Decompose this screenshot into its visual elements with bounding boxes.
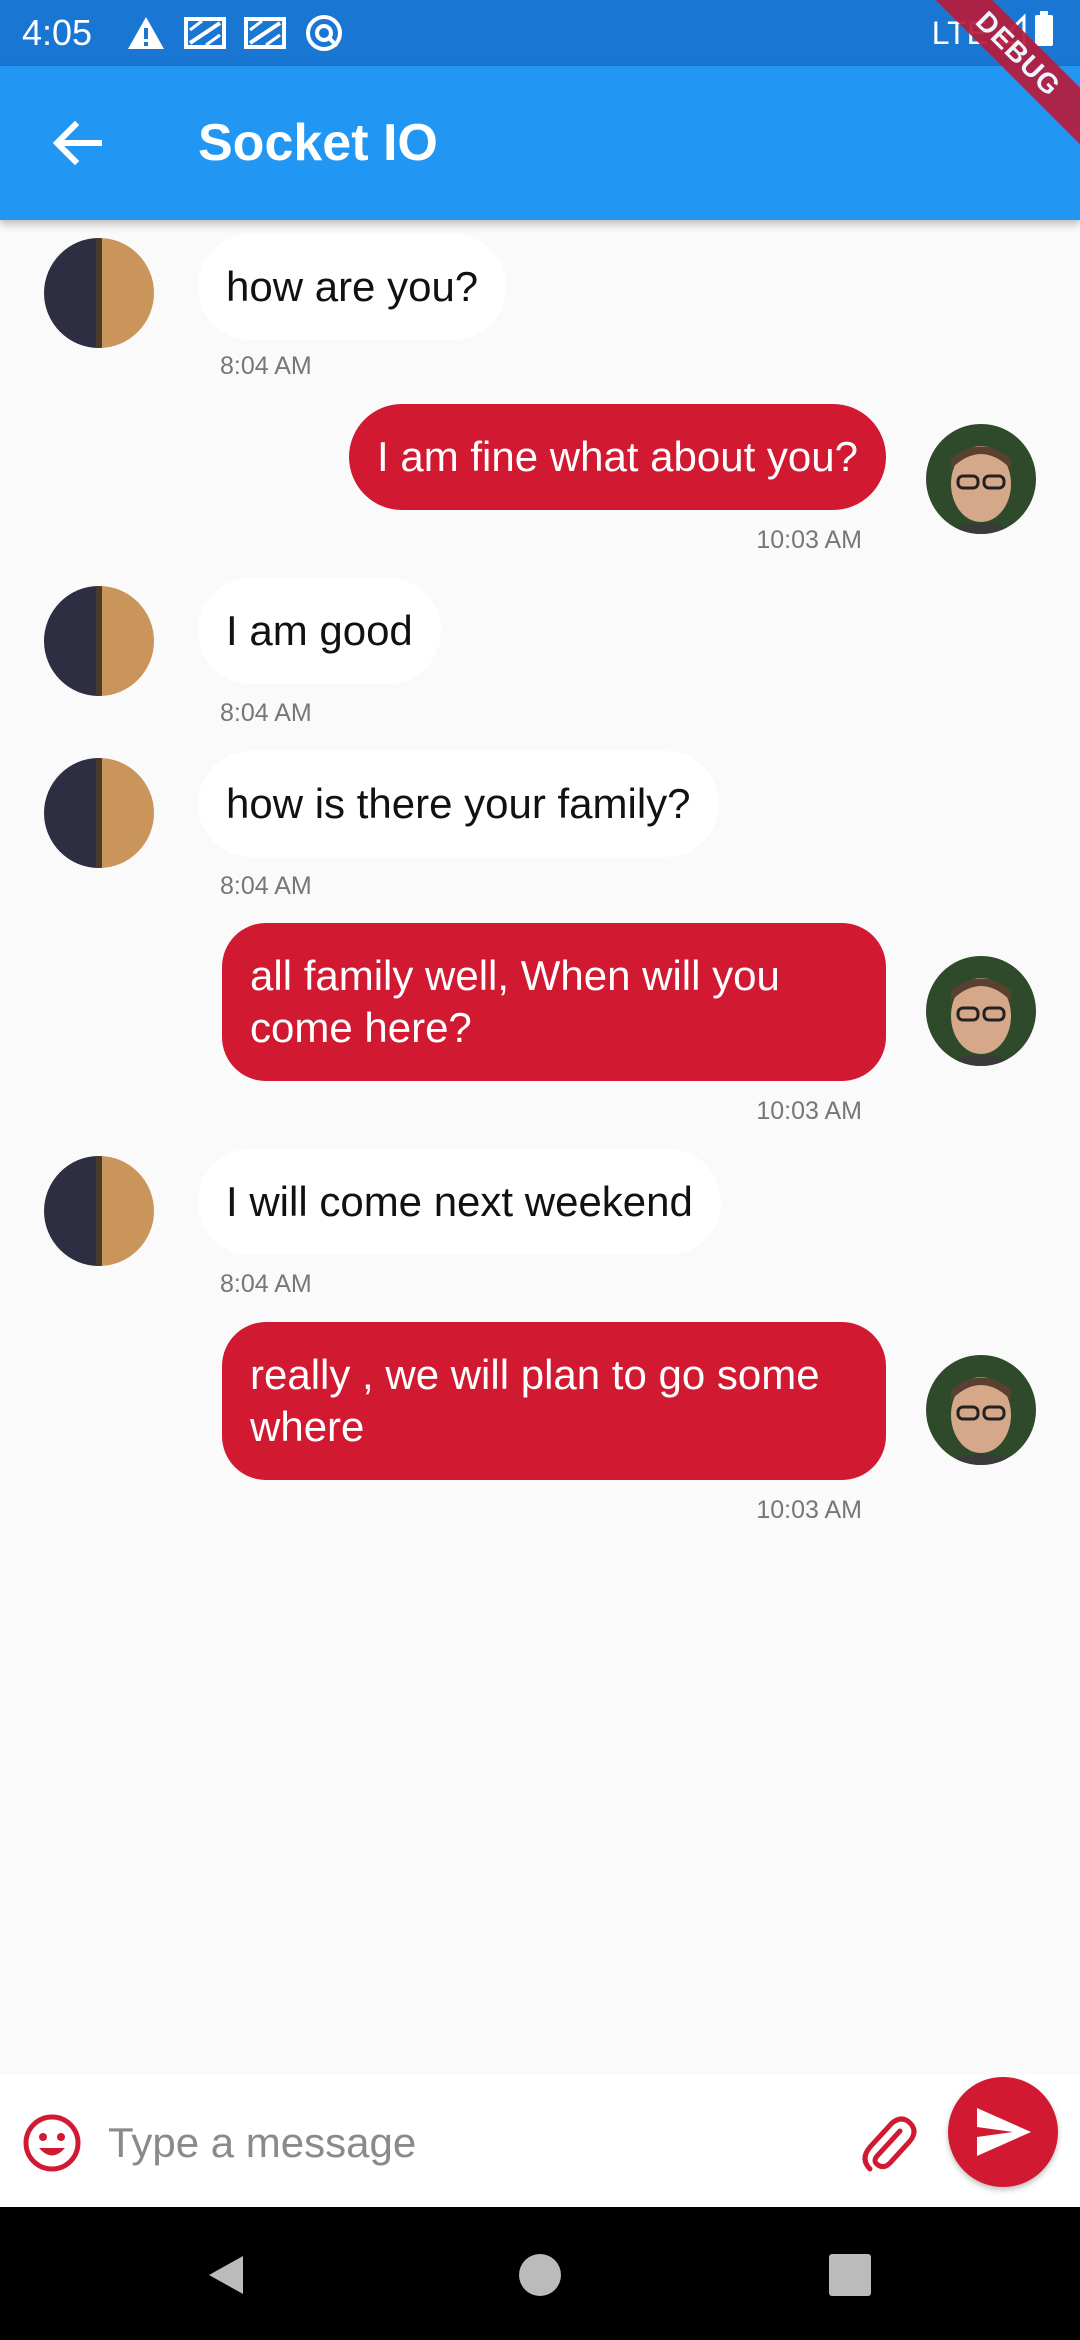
warning-icon bbox=[126, 15, 166, 51]
arrow-back-icon bbox=[53, 121, 102, 165]
app-bar: Socket IO bbox=[0, 66, 1080, 220]
message-input[interactable] bbox=[108, 2103, 828, 2183]
contact-avatar[interactable] bbox=[44, 1156, 154, 1266]
message-composer bbox=[0, 2075, 1080, 2207]
send-icon bbox=[977, 2108, 1031, 2156]
message-bubble: all family well, When will you come here… bbox=[222, 923, 886, 1081]
message-list[interactable]: how are you? 8:04 AM I am fine what abou… bbox=[0, 220, 1080, 2075]
no-sim-icon bbox=[244, 16, 286, 50]
status-icons bbox=[126, 12, 344, 54]
network-type: LTE bbox=[931, 14, 988, 51]
message-bubble: how is there your family? bbox=[198, 751, 719, 857]
emoji-icon bbox=[23, 2114, 81, 2172]
contact-avatar[interactable] bbox=[44, 586, 154, 696]
message-time: 8:04 AM bbox=[220, 1270, 312, 1298]
signal-icon bbox=[994, 13, 1026, 53]
message-bubble: how are you? bbox=[198, 234, 507, 340]
user-avatar[interactable] bbox=[926, 956, 1036, 1066]
message-time: 10:03 AM bbox=[756, 1496, 862, 1524]
attach-button[interactable] bbox=[858, 2111, 922, 2175]
user-avatar[interactable] bbox=[926, 1355, 1036, 1465]
message-bubble: really , we will plan to go some where bbox=[222, 1322, 886, 1480]
square-recents-icon bbox=[829, 2254, 871, 2296]
contact-avatar[interactable] bbox=[44, 238, 154, 348]
triangle-back-icon bbox=[209, 2256, 243, 2294]
message-time: 8:04 AM bbox=[220, 872, 312, 900]
emoji-button[interactable] bbox=[22, 2113, 82, 2173]
circle-home-icon bbox=[519, 2254, 561, 2296]
data-saver-icon bbox=[304, 13, 344, 53]
message-bubble: I will come next weekend bbox=[198, 1149, 721, 1255]
nav-home-button[interactable] bbox=[502, 2237, 578, 2313]
message-bubble: I am good bbox=[198, 578, 441, 684]
nav-recents-button[interactable] bbox=[812, 2237, 888, 2313]
message-time: 8:04 AM bbox=[220, 699, 312, 727]
message-bubble: I am fine what about you? bbox=[349, 404, 886, 510]
send-button[interactable] bbox=[948, 2077, 1058, 2187]
message-time: 8:04 AM bbox=[220, 352, 312, 380]
battery-icon bbox=[1034, 11, 1054, 55]
status-time: 4:05 bbox=[22, 12, 93, 53]
message-time: 10:03 AM bbox=[756, 1097, 862, 1125]
status-right: LTE bbox=[932, 10, 1054, 56]
page-title: Socket IO bbox=[198, 114, 438, 172]
paperclip-icon bbox=[862, 2116, 917, 2172]
user-avatar[interactable] bbox=[926, 424, 1036, 534]
back-button[interactable] bbox=[40, 105, 116, 181]
message-time: 10:03 AM bbox=[756, 526, 862, 554]
nav-back-button[interactable] bbox=[188, 2237, 264, 2313]
system-navigation-bar bbox=[0, 2207, 1080, 2340]
no-sim-icon bbox=[184, 16, 226, 50]
contact-avatar[interactable] bbox=[44, 758, 154, 868]
status-bar: 4:05 LTE bbox=[0, 0, 1080, 66]
